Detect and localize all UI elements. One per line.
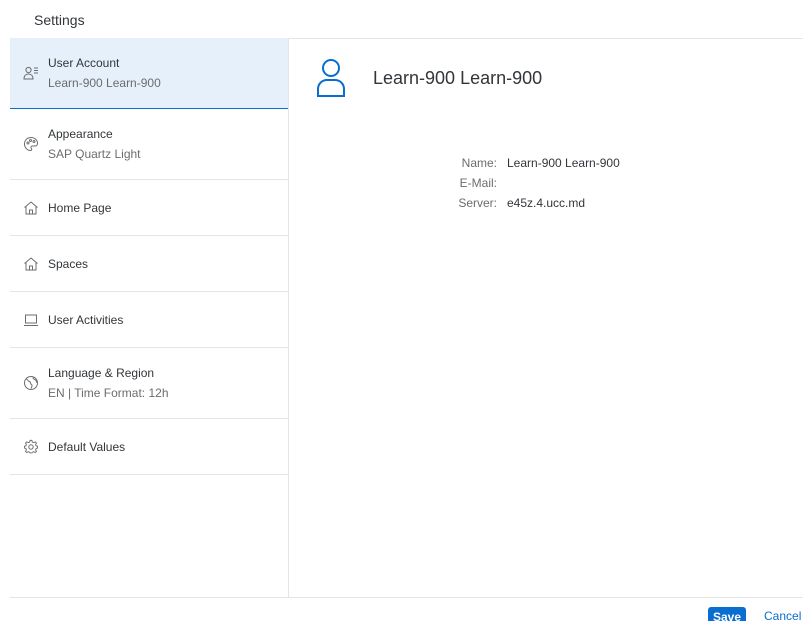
globe-icon: [23, 375, 39, 391]
palette-icon: [23, 136, 39, 152]
sidebar-item-sublabel: EN | Time Format: 12h: [48, 386, 169, 400]
user-display-name: Learn-900 Learn-900: [373, 68, 543, 88]
sidebar-item-label: Default Values: [48, 439, 126, 454]
dialog-title: Settings: [34, 12, 85, 28]
user-settings-icon: [23, 65, 39, 81]
server-row: Server: e45z.4.ucc.md: [439, 193, 620, 215]
sidebar-item-sublabel: Learn-900 Learn-900: [48, 76, 161, 90]
sidebar-item-user-activities[interactable]: User Activities: [10, 292, 288, 348]
sidebar-item-label: User Activities: [48, 312, 124, 327]
gear-icon: [23, 439, 39, 455]
sidebar-item-label: Spaces: [48, 256, 89, 271]
email-label: E-Mail:: [459, 176, 497, 190]
sidebar-item-sublabel: SAP Quartz Light: [48, 147, 141, 161]
sidebar-item-label: User Account: [48, 56, 120, 70]
name-value: Learn-900 Learn-900: [507, 156, 620, 170]
user-avatar-icon: [316, 58, 346, 98]
sidebar-item-language-region[interactable]: Language & Region EN | Time Format: 12h: [10, 348, 288, 419]
dialog-footer: Save Cancel: [10, 597, 803, 621]
sidebar-item-user-account[interactable]: User Account Learn-900 Learn-900: [10, 38, 288, 109]
sidebar-item-home-page[interactable]: Home Page: [10, 180, 288, 236]
sidebar-item-label: Home Page: [48, 200, 112, 215]
user-account-panel: Learn-900 Learn-900 Name: Learn-900 Lear…: [289, 38, 803, 598]
laptop-icon: [23, 312, 39, 328]
cancel-button[interactable]: Cancel: [764, 609, 801, 621]
save-button[interactable]: Save: [708, 607, 746, 621]
server-label: Server:: [458, 196, 497, 210]
home-icon: [23, 200, 39, 216]
sidebar-item-spaces[interactable]: Spaces: [10, 236, 288, 292]
server-value: e45z.4.ucc.md: [507, 196, 586, 210]
settings-sidebar: User Account Learn-900 Learn-900 Appeara…: [10, 38, 289, 598]
sidebar-item-label: Language & Region: [48, 366, 155, 380]
name-row: Name: Learn-900 Learn-900: [439, 153, 620, 175]
home-icon: [23, 256, 39, 272]
sidebar-item-label: Appearance: [48, 127, 113, 141]
sidebar-item-default-values[interactable]: Default Values: [10, 419, 288, 475]
account-details: Name: Learn-900 Learn-900 E-Mail: Server…: [439, 153, 620, 215]
name-label: Name:: [461, 156, 497, 170]
sidebar-item-appearance[interactable]: Appearance SAP Quartz Light: [10, 109, 288, 180]
email-row: E-Mail:: [439, 175, 620, 193]
